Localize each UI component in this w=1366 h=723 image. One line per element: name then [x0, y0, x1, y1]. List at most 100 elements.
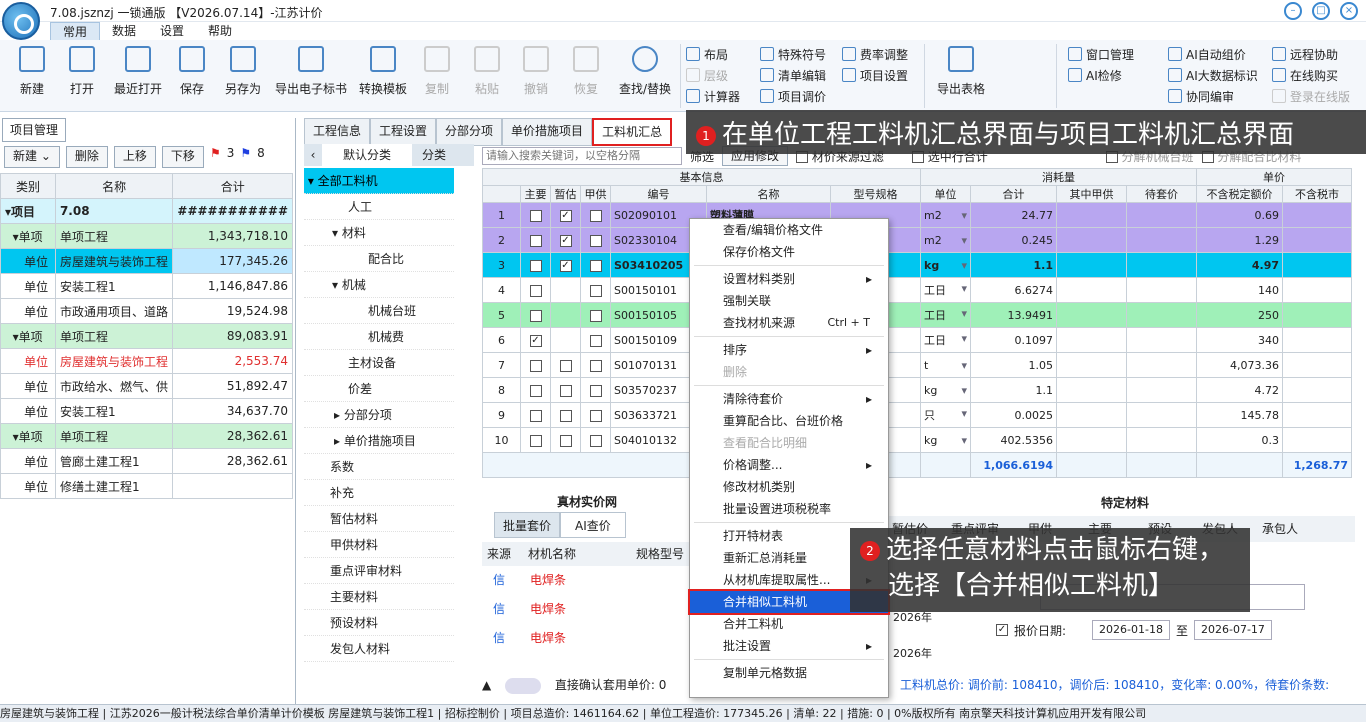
tab-ai-price[interactable]: AI查价	[560, 512, 626, 538]
tab-default-category[interactable]: 默认分类	[322, 144, 412, 166]
list-edit-button[interactable]: 清单编辑	[760, 65, 826, 85]
table-row[interactable]: 9 S03633721 只 ▾ 0.0025 145.78	[482, 402, 1352, 428]
menu-item[interactable]: 批量设置进项税税率	[690, 498, 888, 520]
row-checkbox[interactable]: ✓	[559, 209, 572, 222]
tree-item[interactable]: 主要材料	[304, 584, 454, 610]
row-checkbox[interactable]	[529, 259, 542, 272]
table-row[interactable]: 单位 安装工程1 1,146,847.86	[0, 273, 293, 299]
material-search-input[interactable]	[482, 147, 682, 165]
menu-item[interactable]: 查找材机来源 Ctrl + T	[690, 312, 888, 334]
list-item[interactable]: 信电焊条	[482, 624, 692, 653]
minimize-icon[interactable]: –	[1284, 2, 1302, 20]
layout-button[interactable]: 布局	[686, 44, 728, 64]
row-checkbox[interactable]	[589, 409, 602, 422]
list-item[interactable]: 信电焊条	[482, 595, 692, 624]
project-price-adjust-button[interactable]: 项目调价	[760, 86, 826, 106]
app-logo-icon[interactable]	[2, 2, 40, 40]
menu-item[interactable]: 修改材机类别	[690, 476, 888, 498]
quote-date-checkbox[interactable]: ✓	[996, 624, 1008, 636]
save-as-button[interactable]: 另存为	[215, 46, 271, 97]
table-row[interactable]: 单位 市政给水、燃气、供 51,892.47	[0, 373, 293, 399]
table-row[interactable]: 单位 市政通用项目、道路 19,524.98	[0, 298, 293, 324]
row-checkbox[interactable]	[559, 384, 572, 397]
tree-item[interactable]: 暂估材料	[304, 506, 454, 532]
row-checkbox[interactable]	[589, 384, 602, 397]
table-row[interactable]: 2 ✓ S02330104 m2 ▾ 0.245 1.29	[482, 227, 1352, 253]
menu-item[interactable]: 清除待套价 ▸	[690, 388, 888, 410]
menu-item[interactable]: 查看配合比明细	[690, 432, 888, 454]
table-row[interactable]: 10 S04010132 kg ▾ 402.5356 0.3	[482, 427, 1352, 453]
tree-item[interactable]: 价差	[304, 376, 454, 402]
row-checkbox[interactable]: ✓	[559, 259, 572, 272]
tree-item[interactable]: 配合比	[304, 246, 454, 272]
table-row[interactable]: 5 S00150105 工日 ▾ 13.9491 250	[482, 302, 1352, 328]
new-button[interactable]: 新建	[4, 46, 60, 97]
table-row[interactable]: 6 ✓ S00150109 工日 ▾ 0.1097 340	[482, 327, 1352, 353]
move-up-button[interactable]: 上移	[113, 146, 156, 168]
menu-item[interactable]: 合并工料机	[690, 613, 888, 635]
table-row[interactable]: 1 ✓ S02090101 塑料薄膜 m2 ▾ 24.77 0.69	[482, 202, 1352, 228]
row-checkbox[interactable]	[529, 234, 542, 247]
chevron-left-icon[interactable]: ‹	[304, 144, 322, 166]
tab-batch-price[interactable]: 批量套价	[494, 512, 561, 538]
row-checkbox[interactable]	[589, 334, 602, 347]
row-checkbox[interactable]	[529, 359, 542, 372]
row-checkbox[interactable]	[589, 234, 602, 247]
row-checkbox[interactable]	[589, 259, 602, 272]
table-row[interactable]: ▾单项 单项工程 28,362.61	[0, 423, 293, 449]
calculator-button[interactable]: 计算器	[686, 86, 740, 106]
rate-adjust-button[interactable]: 费率调整	[842, 44, 908, 64]
ai-auto-price-button[interactable]: AI自动组价	[1168, 44, 1246, 64]
table-row[interactable]: 单位 房屋建筑与装饰工程 177,345.26	[0, 248, 293, 274]
convert-template-button[interactable]: 转换模板	[354, 46, 412, 97]
row-checkbox[interactable]	[529, 384, 542, 397]
find-replace-button[interactable]: 查找/替换	[612, 46, 678, 97]
tree-item[interactable]: ▸ 分部分项	[304, 402, 454, 428]
tree-item[interactable]: ▸ 单价措施项目	[304, 428, 454, 454]
red-flag-icon[interactable]: ⚑	[210, 146, 221, 168]
row-checkbox[interactable]	[559, 359, 572, 372]
collab-review-button[interactable]: 协同编审	[1168, 86, 1234, 106]
table-row[interactable]: 单位 房屋建筑与装饰工程 2,553.74	[0, 348, 293, 374]
tree-item[interactable]: 机械台班	[304, 298, 454, 324]
row-checkbox[interactable]	[529, 434, 542, 447]
tree-item[interactable]: ▾ 机械	[304, 272, 454, 298]
ai-check-button[interactable]: AI检修	[1068, 65, 1122, 85]
row-checkbox[interactable]: ✓	[559, 234, 572, 247]
tab-sub-items[interactable]: 分部分项	[436, 118, 503, 146]
collapse-icon[interactable]: ▲	[482, 678, 491, 692]
online-buy-button[interactable]: 在线购买	[1272, 65, 1338, 85]
project-settings-button[interactable]: 项目设置	[842, 65, 908, 85]
table-row[interactable]: 单位 修缮土建工程1	[0, 473, 293, 499]
move-down-button[interactable]: 下移	[161, 146, 204, 168]
project-delete-button[interactable]: 删除	[65, 146, 108, 168]
special-symbol-button[interactable]: 特殊符号	[760, 44, 826, 64]
tab-project-info[interactable]: 工程信息	[304, 118, 371, 146]
export-bid-button[interactable]: 导出电子标书	[270, 46, 352, 97]
menu-item[interactable]: 删除	[690, 361, 888, 383]
blue-flag-icon[interactable]: ⚑	[240, 146, 251, 168]
tab-project-manage[interactable]: 项目管理	[2, 118, 66, 142]
row-checkbox[interactable]	[589, 359, 602, 372]
date-from-input[interactable]: 2026-01-18	[1092, 620, 1170, 640]
project-new-button[interactable]: 新建 ⌄	[4, 146, 60, 168]
paste-button[interactable]: 粘贴	[459, 46, 515, 97]
tree-item[interactable]: 补充	[304, 480, 454, 506]
save-button[interactable]: 保存	[164, 46, 220, 97]
tab-project-settings[interactable]: 工程设置	[370, 118, 437, 146]
row-checkbox[interactable]	[559, 434, 572, 447]
table-row[interactable]: 4 S00150101 工日 ▾ 6.6274 140	[482, 277, 1352, 303]
restore-icon[interactable]: □	[1312, 2, 1330, 20]
tree-item[interactable]: 发包人材料	[304, 636, 454, 662]
tree-item[interactable]: 重点评审材料	[304, 558, 454, 584]
auto-apply-toggle[interactable]	[505, 677, 542, 694]
menu-item[interactable]: 排序 ▸	[690, 339, 888, 361]
row-checkbox[interactable]	[529, 284, 542, 297]
tree-item[interactable]: 机械费	[304, 324, 454, 350]
level-button[interactable]: 层级	[686, 65, 728, 85]
row-checkbox[interactable]	[529, 309, 542, 322]
date-to-input[interactable]: 2026-07-17	[1194, 620, 1272, 640]
recent-open-button[interactable]: 最近打开	[109, 46, 167, 97]
tree-item[interactable]: ▾ 材料	[304, 220, 454, 246]
online-login-button[interactable]: 登录在线版	[1272, 86, 1350, 106]
